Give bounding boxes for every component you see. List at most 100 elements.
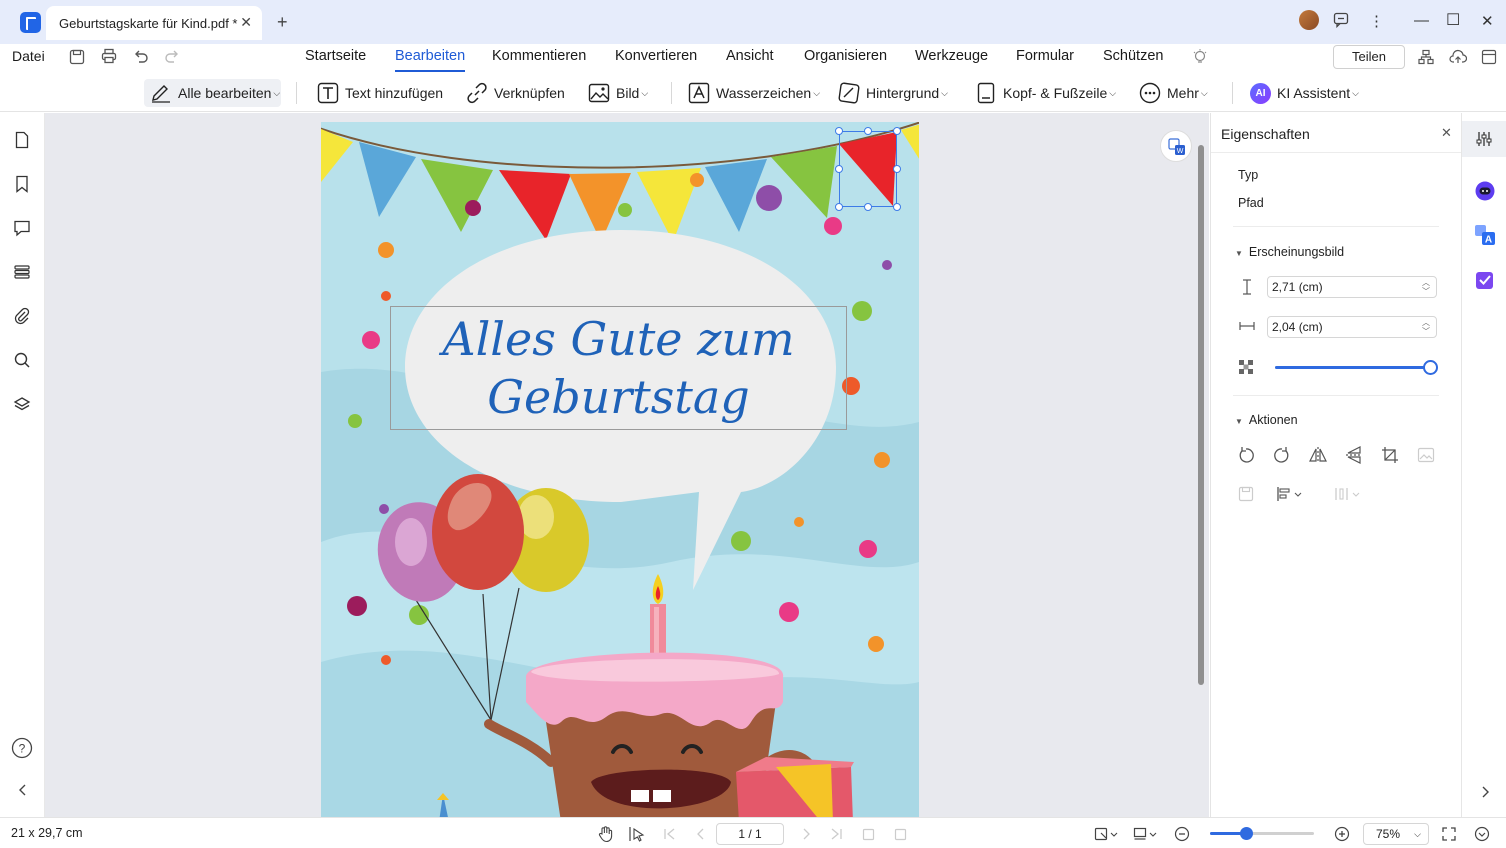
height-icon [1243, 279, 1251, 295]
hand-tool-icon[interactable] [597, 825, 615, 843]
attachment-icon[interactable] [13, 307, 31, 325]
link-label: Verknüpfen [494, 85, 565, 101]
close-panel-icon[interactable]: ✕ [1441, 125, 1452, 141]
workflow-icon[interactable] [1418, 49, 1434, 65]
print-icon[interactable] [101, 48, 117, 64]
zoom-select[interactable]: 75% ⌵ [1363, 823, 1429, 845]
zoom-in-icon[interactable] [1334, 826, 1350, 842]
comment-icon[interactable] [13, 219, 31, 237]
background-label: Hintergrund [866, 85, 940, 101]
watermark-button[interactable]: Wasserzeichen ⌵ [688, 79, 820, 107]
layers-icon[interactable] [13, 395, 31, 413]
zoom-slider-knob[interactable] [1240, 827, 1254, 840]
add-text-button[interactable]: Text hinzufügen [317, 79, 443, 107]
flip-horizontal-icon[interactable] [1309, 446, 1327, 464]
minimize-icon[interactable]: — [1414, 12, 1429, 29]
share-button[interactable]: Teilen [1333, 45, 1405, 69]
page-thumbnails-icon[interactable] [13, 131, 31, 149]
flip-vertical-icon[interactable] [1345, 446, 1363, 464]
avatar[interactable] [1299, 10, 1319, 30]
resize-handle-se[interactable] [893, 203, 901, 211]
expand-status-icon[interactable] [1474, 826, 1490, 842]
edit-all-button[interactable]: Alle bearbeiten ⌵ [144, 79, 281, 107]
opacity-slider[interactable] [1275, 360, 1438, 375]
menu-ansicht[interactable]: Ansicht [726, 48, 774, 64]
appearance-section[interactable]: ▼ Erscheinungsbild [1235, 245, 1344, 259]
page-size: 21 x 29,7 cm [11, 826, 83, 840]
panel-toggle-icon[interactable] [1481, 49, 1497, 65]
close-tab-icon[interactable]: ✕ [240, 14, 252, 31]
resize-handle-w[interactable] [835, 165, 843, 173]
rotate-left-icon[interactable] [1237, 446, 1255, 464]
document-tab[interactable]: Geburtstagskarte für Kind.pdf * ✕ [46, 6, 262, 40]
appearance-label: Erscheinungsbild [1248, 245, 1345, 259]
resize-handle-ne[interactable] [893, 127, 901, 135]
menu-formular[interactable]: Formular [1016, 48, 1074, 64]
rotate-right-icon[interactable] [1273, 446, 1291, 464]
feedback-icon[interactable] [1333, 12, 1349, 28]
page-layout-icon[interactable] [1133, 825, 1159, 843]
height-field[interactable]: 2,71 (cm) ︿ ﹀ [1267, 276, 1437, 298]
menu-werkzeuge[interactable]: Werkzeuge [915, 48, 988, 64]
undo-icon[interactable] [133, 48, 149, 64]
width-field[interactable]: 2,04 (cm) ︿ ﹀ [1267, 316, 1437, 338]
close-window-icon[interactable]: ✕ [1481, 12, 1494, 30]
opacity-slider-knob[interactable] [1423, 360, 1438, 375]
bookmark-icon[interactable] [13, 175, 31, 193]
watermark-label: Wasserzeichen [716, 85, 812, 101]
page-number-input[interactable]: 1 / 1 [716, 823, 784, 845]
resize-handle-e[interactable] [893, 165, 901, 173]
menu-organisieren[interactable]: Organisieren [804, 48, 887, 64]
document-canvas[interactable]: Alles Gute zum Geburtstag W [45, 113, 1209, 817]
word-convert-icon: W [1168, 138, 1185, 155]
resize-handle-n[interactable] [864, 127, 872, 135]
link-button[interactable]: Verknüpfen [466, 79, 565, 107]
fit-mode-icon[interactable] [1094, 825, 1120, 843]
header-footer-button[interactable]: Kopf- & Fußzeile ⌵ [975, 79, 1116, 107]
text-box-icon [317, 82, 339, 104]
crop-icon[interactable] [1381, 446, 1399, 464]
ai-assistant-button[interactable]: AI KI Assistent ⌵ [1250, 79, 1359, 107]
link-icon [467, 82, 487, 104]
image-button[interactable]: Bild ⌵ [588, 79, 648, 107]
redo-icon[interactable] [164, 48, 180, 64]
help-icon[interactable]: ? [11, 737, 33, 759]
more-options-icon[interactable]: ⋮ [1369, 12, 1384, 30]
pdf-page[interactable]: Alles Gute zum Geburtstag [321, 122, 919, 817]
more-button[interactable]: Mehr ⌵ [1139, 79, 1208, 107]
save-icon[interactable] [69, 49, 85, 65]
align-dropdown-icon[interactable] [1275, 485, 1305, 503]
fullscreen-icon[interactable] [1441, 826, 1457, 842]
collapse-left-icon[interactable] [16, 783, 28, 797]
convert-to-word-button[interactable]: W [1160, 130, 1192, 162]
greeting-text-box[interactable]: Alles Gute zum Geburtstag [390, 306, 847, 430]
translate-icon[interactable]: A [1475, 225, 1495, 245]
fields-icon[interactable] [13, 263, 31, 281]
resize-handle-s[interactable] [864, 203, 872, 211]
actions-section[interactable]: ▼ Aktionen [1235, 413, 1298, 427]
task-check-icon[interactable] [1475, 270, 1495, 290]
background-button[interactable]: Hintergrund ⌵ [838, 79, 948, 107]
expand-right-icon[interactable] [1480, 785, 1490, 799]
vertical-scrollbar[interactable] [1198, 145, 1204, 685]
zoom-slider[interactable] [1210, 827, 1314, 840]
menu-schuetzen[interactable]: Schützen [1103, 48, 1163, 64]
menu-file[interactable]: Datei [12, 48, 45, 64]
cloud-upload-icon[interactable] [1449, 49, 1467, 65]
menu-startseite[interactable]: Startseite [305, 48, 366, 64]
properties-tab[interactable] [1462, 121, 1506, 157]
resize-handle-sw[interactable] [835, 203, 843, 211]
tab-title: Geburtstagskarte für Kind.pdf * [59, 15, 238, 31]
selection-box[interactable] [839, 131, 897, 207]
select-tool-icon[interactable] [628, 825, 646, 843]
lightbulb-icon[interactable] [1192, 48, 1208, 66]
search-icon[interactable] [13, 351, 31, 369]
menu-kommentieren[interactable]: Kommentieren [492, 48, 586, 64]
menu-konvertieren[interactable]: Konvertieren [615, 48, 697, 64]
maximize-icon[interactable]: ☐ [1446, 10, 1460, 30]
resize-handle-nw[interactable] [835, 127, 843, 135]
ai-bot-icon[interactable] [1475, 181, 1495, 201]
new-tab-button[interactable]: + [277, 12, 288, 33]
zoom-out-icon[interactable] [1174, 826, 1190, 842]
menu-bearbeiten[interactable]: Bearbeiten [395, 48, 466, 72]
